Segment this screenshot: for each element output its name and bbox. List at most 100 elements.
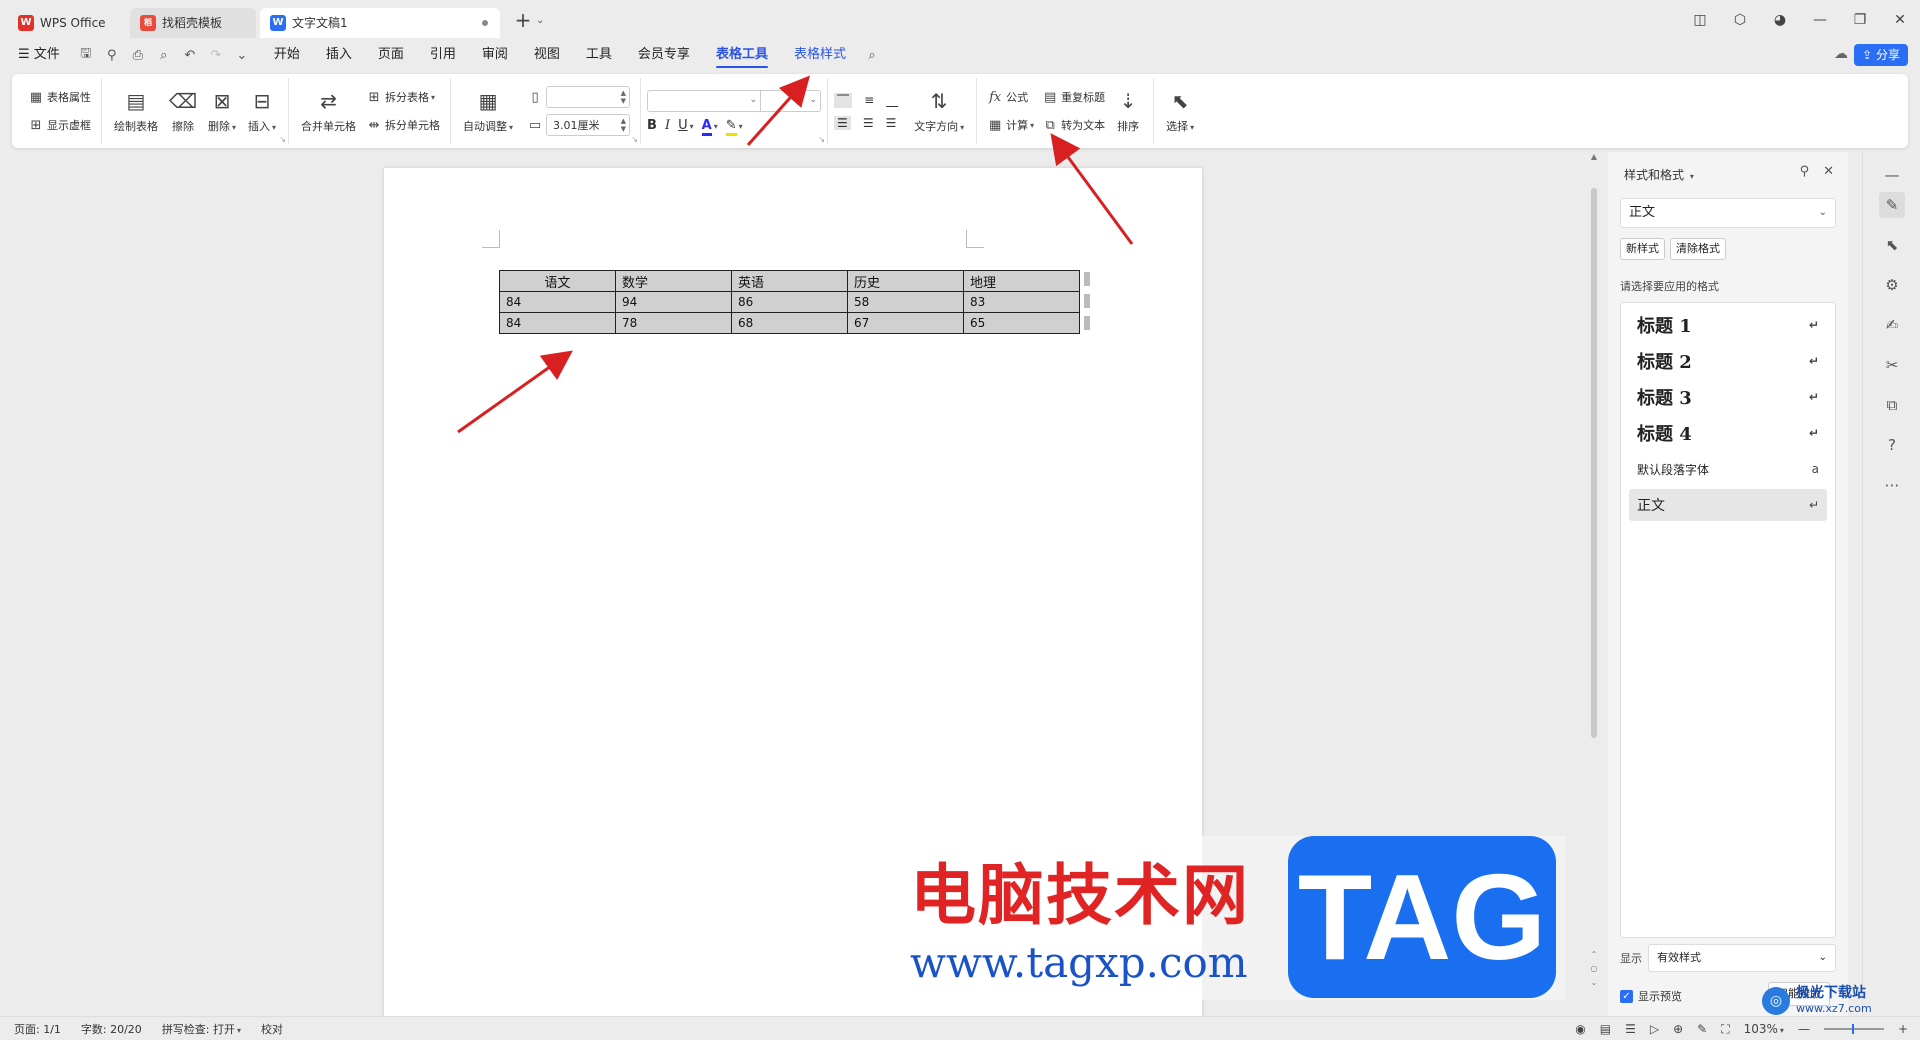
browse-object-icon[interactable]: ○ [1588, 964, 1600, 973]
row-end-marker[interactable] [1084, 294, 1090, 308]
dialog-launcher-icon[interactable]: ↘ [631, 135, 638, 144]
row-end-marker[interactable] [1084, 316, 1090, 330]
sort-button[interactable]: ⇣ 排序 [1109, 88, 1147, 134]
close-icon[interactable]: ✕ [1823, 164, 1834, 179]
repeat-header-button[interactable]: ▤ 重复标题 [1038, 86, 1109, 108]
zoom-out-icon[interactable]: — [1798, 1022, 1810, 1036]
current-style-select[interactable]: 正文 ⌄ [1620, 198, 1836, 228]
bold-button[interactable]: B [647, 118, 657, 133]
redo-icon[interactable]: ↷ [203, 48, 229, 63]
style-normal[interactable]: 正文 ↵ [1629, 489, 1827, 521]
chevron-down-icon[interactable]: ⌄ [229, 48, 255, 63]
align-left-icon[interactable]: ☰ [834, 115, 851, 130]
text-direction-button[interactable]: ⇅ 文字方向 ▾ [908, 88, 970, 134]
highlight-button[interactable]: ✎ ▾ [725, 117, 743, 136]
new-style-button[interactable]: 新样式 [1620, 238, 1665, 260]
zoom-slider[interactable] [1823, 1024, 1884, 1034]
table-cell[interactable]: 历史 [847, 270, 964, 292]
clear-format-button[interactable]: 清除格式 [1670, 238, 1726, 260]
style-heading-2[interactable]: 标题 2 ↵ [1629, 345, 1827, 377]
align-center-icon[interactable]: ☰ [863, 116, 874, 130]
tab-templates[interactable]: 稻 找稻壳模板 [130, 7, 256, 38]
tab-wps-office[interactable]: W WPS Office [8, 8, 126, 38]
web-view-icon[interactable]: ⊕ [1673, 1022, 1683, 1036]
table-cell[interactable]: 英语 [731, 270, 848, 292]
menu-start[interactable]: 开始 [261, 40, 313, 70]
cloud-icon[interactable]: ☁ [1834, 46, 1848, 62]
cube-icon[interactable]: ⬡ [1720, 12, 1760, 28]
menu-view[interactable]: 视图 [521, 40, 573, 70]
spell-check[interactable]: 拼写检查: 打开 ▾ [152, 1021, 251, 1037]
proofread[interactable]: 校对 [251, 1021, 293, 1037]
print-icon[interactable]: ⎙ [125, 48, 151, 63]
page-indicator[interactable]: 页面: 1/1 [0, 1021, 71, 1037]
menu-tools[interactable]: 工具 [573, 40, 625, 70]
erase-button[interactable]: ⌫ 擦除 [164, 88, 202, 134]
tab-document[interactable]: W 文字文稿1 [260, 7, 500, 38]
font-size-select[interactable]: ⌄ [761, 89, 822, 112]
link-icon[interactable]: ⚲ [99, 48, 125, 63]
pin-icon[interactable]: ⚲ [1800, 164, 1810, 179]
table-cell[interactable]: 94 [615, 291, 732, 313]
zoom-level[interactable]: 103% ▾ [1744, 1022, 1784, 1036]
align-bottom-icon[interactable]: ⎽ [886, 93, 898, 108]
table-cell[interactable]: 地理 [963, 270, 1080, 292]
table-properties-button[interactable]: ▦ 表格属性 [24, 86, 95, 108]
share-button[interactable]: ⇪ 分享 [1854, 44, 1908, 66]
calculate-button[interactable]: ▦ 计算 ▾ [983, 114, 1038, 136]
table-cell[interactable]: 58 [847, 291, 964, 313]
tools-icon[interactable]: ✂ [1879, 352, 1905, 378]
style-default-font[interactable]: 默认段落字体 a [1629, 453, 1827, 485]
select-cursor-icon[interactable]: ⬉ [1879, 232, 1905, 258]
dialog-launcher-icon[interactable]: ↘ [279, 135, 286, 144]
panel-title[interactable]: 样式和格式 ▾ [1624, 166, 1694, 183]
column-width-input[interactable]: 3.01厘米 ▲ ▼ [546, 114, 631, 136]
underline-button[interactable]: U ▾ [678, 118, 694, 133]
help-icon[interactable]: ? [1879, 432, 1905, 458]
table-cell[interactable]: 数学 [615, 270, 732, 292]
edit-doc-icon[interactable]: ✍ [1879, 312, 1905, 338]
file-menu[interactable]: ☰ 文件 [0, 40, 73, 70]
font-color-button[interactable]: A ▾ [701, 117, 718, 136]
undo-icon[interactable]: ↶ [177, 48, 203, 63]
unsaved-dot-icon[interactable] [482, 19, 488, 26]
fit-icon[interactable]: ⛶ [1721, 1022, 1729, 1037]
table-cell[interactable]: 68 [731, 312, 848, 334]
menu-table-tools[interactable]: 表格工具 [703, 40, 781, 70]
table-cell[interactable]: 84 [499, 291, 616, 313]
print-preview-icon[interactable]: ⌕ [151, 48, 177, 63]
menu-review[interactable]: 审阅 [469, 40, 521, 70]
table-cell[interactable]: 84 [499, 312, 616, 334]
save-icon[interactable]: 🖫 [73, 44, 99, 66]
layout-icon[interactable]: ◫ [1680, 12, 1720, 28]
table-cell[interactable]: 语文 [499, 270, 616, 292]
table-row[interactable]: 84 94 86 58 83 [499, 291, 1080, 313]
collapse-icon[interactable]: — [1879, 162, 1905, 188]
table-cell[interactable]: 65 [963, 312, 1080, 334]
spinner-icon[interactable]: ▲ ▼ [621, 89, 626, 105]
new-tab-plus-icon[interactable]: + [512, 8, 534, 32]
merge-cells-button[interactable]: ⇄ 合并单元格 [295, 88, 362, 134]
page-down-icon[interactable]: ⌄ [1588, 978, 1600, 987]
split-cells-button[interactable]: ⇹ 拆分单元格 [362, 114, 444, 136]
play-icon[interactable]: ▷ [1650, 1022, 1659, 1036]
chevron-down-icon[interactable]: ⌄ [536, 15, 544, 26]
word-count[interactable]: 字数: 20/20 [71, 1021, 152, 1037]
minimize-icon[interactable]: — [1800, 12, 1840, 28]
menu-member[interactable]: 会员专享 [625, 40, 703, 70]
book-icon[interactable]: ⧉ [1879, 392, 1905, 418]
style-heading-4[interactable]: 标题 4 ↵ [1629, 417, 1827, 449]
auto-fit-button[interactable]: ▦ 自动调整 ▾ [457, 88, 519, 134]
table-row[interactable]: 84 78 68 67 65 [499, 312, 1080, 334]
close-icon[interactable]: ✕ [1880, 12, 1920, 28]
page-up-icon[interactable]: ⌃ [1588, 950, 1600, 959]
menu-references[interactable]: 引用 [417, 40, 469, 70]
table-cell[interactable]: 67 [847, 312, 964, 334]
show-preview-checkbox[interactable]: ✓ 显示预览 [1620, 988, 1682, 1004]
spinner-icon[interactable]: ▲ ▼ [621, 117, 626, 133]
align-middle-icon[interactable]: ≡ [864, 93, 874, 107]
table-cell[interactable]: 83 [963, 291, 1080, 313]
show-filter-select[interactable]: 有效样式 ⌄ [1648, 944, 1836, 972]
vertical-scrollbar[interactable]: ▲ ⌃ ○ ⌄ [1588, 152, 1600, 1012]
table-cell[interactable]: 86 [731, 291, 848, 313]
